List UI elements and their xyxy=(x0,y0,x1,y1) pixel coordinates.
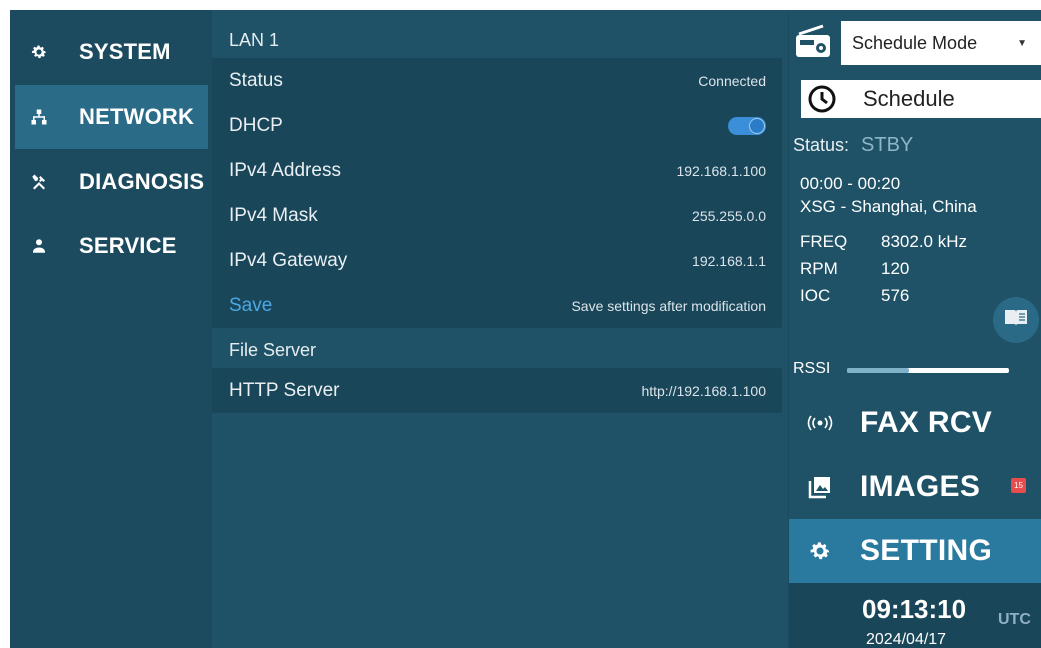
freq-value: 8302.0 kHz xyxy=(881,232,967,251)
menu-item-images[interactable]: IMAGES 15 xyxy=(789,455,1041,519)
rpm-line: RPM 120 xyxy=(800,259,909,279)
manual-button[interactable] xyxy=(993,297,1039,343)
rssi-meter-fill xyxy=(847,368,909,373)
dhcp-label: DHCP xyxy=(229,114,283,136)
images-icon xyxy=(807,474,833,500)
ipv4-gateway-value[interactable]: 192.168.1.1 xyxy=(692,253,766,269)
ioc-value: 576 xyxy=(881,286,910,305)
app-screen: SYSTEM NETWORK DIAGNOSIS SERVICE LAN 1 S… xyxy=(10,10,1041,648)
rpm-label: RPM xyxy=(800,259,838,278)
tools-icon xyxy=(29,172,49,192)
nav-label-diagnosis: DIAGNOSIS xyxy=(79,169,205,194)
nav-item-network[interactable]: NETWORK xyxy=(15,85,208,149)
ipv4-mask-label: IPv4 Mask xyxy=(229,204,318,226)
caret-down-icon: ▼ xyxy=(1017,37,1027,49)
menu-label-images: IMAGES xyxy=(860,470,981,503)
save-hint: Save settings after modification xyxy=(571,297,766,314)
rssi-label: RSSI xyxy=(793,360,831,377)
ioc-label: IOC xyxy=(800,286,831,305)
menu-item-fax-rcv[interactable]: FAX RCV xyxy=(789,391,1041,455)
status-value: Connected xyxy=(698,72,766,89)
receiver-status: Status: STBY xyxy=(793,134,913,157)
menu-label-fax-rcv: FAX RCV xyxy=(860,406,993,439)
network-icon xyxy=(29,107,49,127)
ipv4-mask-value[interactable]: 255.255.0.0 xyxy=(692,208,766,224)
file-server-group: HTTP Server http://192.168.1.100 xyxy=(212,368,782,413)
rssi-meter xyxy=(847,368,1009,373)
ipv4-gateway-row[interactable]: IPv4 Gateway 192.168.1.1 xyxy=(212,238,782,283)
nav-label-network: NETWORK xyxy=(79,104,195,129)
clock-icon xyxy=(807,84,837,114)
menu-label-setting: SETTING xyxy=(860,534,993,567)
http-server-row[interactable]: HTTP Server http://192.168.1.100 xyxy=(212,368,782,413)
radio-icon xyxy=(793,24,833,60)
ipv4-address-label: IPv4 Address xyxy=(229,159,341,181)
dhcp-row[interactable]: DHCP xyxy=(212,103,782,148)
status-value-stby: STBY xyxy=(861,134,914,156)
http-server-label: HTTP Server xyxy=(229,379,340,401)
clock-time: 09:13:10 xyxy=(862,594,967,624)
section-title-file-server: File Server xyxy=(229,339,317,360)
clock-zone: UTC xyxy=(998,611,1031,628)
network-settings-panel: LAN 1 Status Connected DHCP IPv4 Address… xyxy=(212,10,788,648)
toggle-knob xyxy=(749,117,765,134)
ioc-line: IOC 576 xyxy=(800,286,909,306)
section-title-lan: LAN 1 xyxy=(229,29,280,50)
images-count-badge: 15 xyxy=(1011,478,1026,493)
section-header-file-server: File Server xyxy=(212,332,788,368)
ipv4-address-row[interactable]: IPv4 Address 192.168.1.100 xyxy=(212,148,782,193)
freq-line: FREQ 8302.0 kHz xyxy=(800,232,967,252)
status-prefix: Status: xyxy=(793,135,850,155)
status-label: Status xyxy=(229,69,283,91)
settings-nav: SYSTEM NETWORK DIAGNOSIS SERVICE xyxy=(10,10,208,648)
freq-label: FREQ xyxy=(800,232,848,251)
nav-item-service[interactable]: SERVICE xyxy=(15,214,208,278)
section-header-lan: LAN 1 xyxy=(212,22,788,58)
nav-label-system: SYSTEM xyxy=(79,39,171,64)
gear-icon xyxy=(29,42,49,62)
receiver-panel: Schedule Mode ▼ Schedule Status: STBY 00:… xyxy=(789,10,1041,648)
schedule-button[interactable]: Schedule xyxy=(801,80,1041,118)
nav-item-diagnosis[interactable]: DIAGNOSIS xyxy=(15,150,208,214)
mode-select-value: Schedule Mode xyxy=(852,32,978,53)
radio-wave-icon xyxy=(807,410,833,436)
ipv4-address-value[interactable]: 192.168.1.100 xyxy=(676,163,766,179)
station-name: XSG - Shanghai, China xyxy=(800,197,977,216)
utc-clock: 09:13:10 UTC 2024/04/17 xyxy=(789,583,1041,648)
time-range: 00:00 - 00:20 xyxy=(800,174,901,193)
status-row: Status Connected xyxy=(212,58,782,103)
ipv4-mask-row[interactable]: IPv4 Mask 255.255.0.0 xyxy=(212,193,782,238)
menu-item-setting[interactable]: SETTING xyxy=(789,519,1041,583)
clock-date: 2024/04/17 xyxy=(866,631,947,648)
nav-label-service: SERVICE xyxy=(79,233,177,258)
book-icon xyxy=(1003,308,1029,333)
schedule-label: Schedule xyxy=(863,86,955,111)
save-row: Save Save settings after modification xyxy=(212,283,782,328)
save-button[interactable]: Save xyxy=(229,295,272,317)
person-icon xyxy=(29,236,49,256)
mode-select[interactable]: Schedule Mode ▼ xyxy=(841,21,1041,65)
gear-icon xyxy=(807,538,833,564)
http-server-value: http://192.168.1.100 xyxy=(641,382,766,399)
dhcp-toggle[interactable] xyxy=(728,116,766,135)
ipv4-gateway-label: IPv4 Gateway xyxy=(229,249,348,271)
nav-item-system[interactable]: SYSTEM xyxy=(15,20,208,84)
rpm-value: 120 xyxy=(881,259,910,278)
lan-settings-group: Status Connected DHCP IPv4 Address 192.1… xyxy=(212,58,782,328)
